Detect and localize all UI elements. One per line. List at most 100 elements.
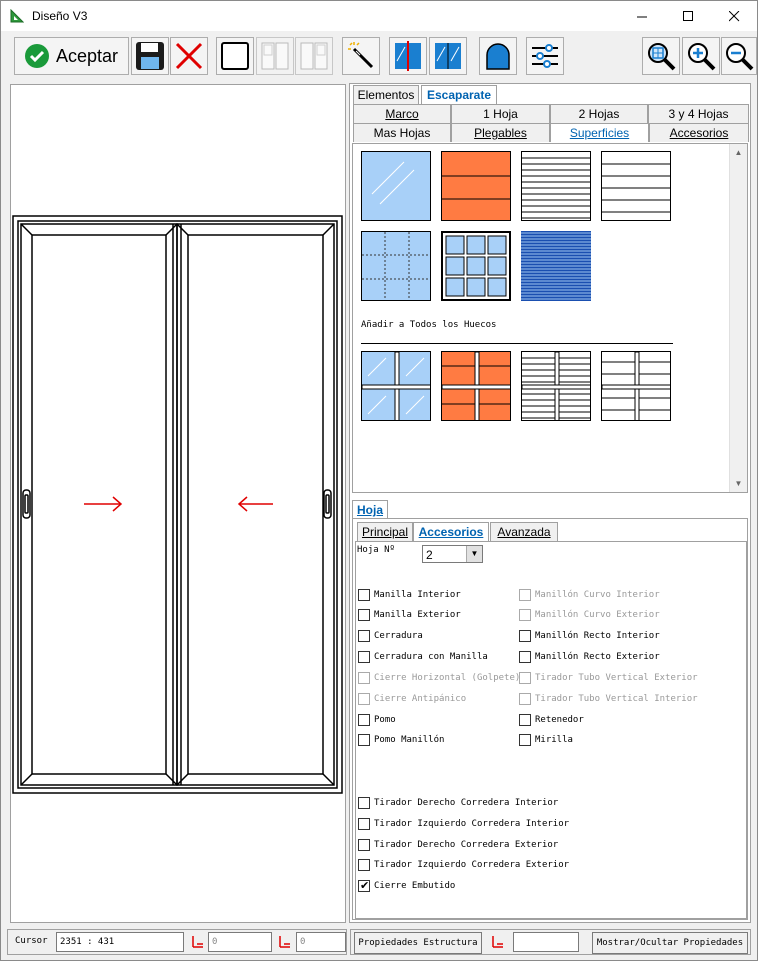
surface-panel-orange-tile[interactable] — [441, 151, 511, 221]
surface-slats-wide-all-tile[interactable] — [601, 351, 671, 421]
label-manilla-exterior: Manilla Exterior — [374, 610, 461, 620]
label-cierre-horizontal: Cierre Horizontal (Golpete) — [374, 673, 521, 683]
tab-principal[interactable]: Principal — [357, 522, 413, 541]
checkbox-manilla-exterior[interactable] — [358, 609, 370, 621]
window: Diseño V3 Aceptar Elementos Escaparate M… — [0, 0, 758, 961]
tab-1-hoja[interactable]: 1 Hoja — [451, 104, 550, 123]
checkbox-manillon-recto-interior[interactable] — [519, 630, 531, 642]
checkmark-icon — [25, 44, 49, 68]
tab-superficies[interactable]: Superficies — [550, 123, 649, 142]
label-pomo-manillon: Pomo Manillón — [374, 735, 445, 745]
checkbox-pomo[interactable] — [358, 714, 370, 726]
close-icon — [728, 10, 739, 21]
checkbox-retenedor[interactable] — [519, 714, 531, 726]
tab-escaparate[interactable]: Escaparate — [421, 85, 497, 104]
surface-glass-all-tile[interactable] — [361, 351, 431, 421]
tab-avanzada[interactable]: Avanzada — [490, 522, 558, 541]
label-cierre-embutido: Cierre Embutido — [374, 881, 456, 891]
app-icon — [10, 9, 24, 23]
close-window-button[interactable] — [711, 1, 757, 31]
maximize-button[interactable] — [665, 1, 711, 31]
dimension-icon — [192, 936, 203, 948]
tab-hoja-accesorios[interactable]: Accesorios — [413, 522, 489, 541]
surfaces-scrollbar[interactable]: ▲ ▼ — [729, 144, 747, 492]
chevron-down-icon[interactable]: ▼ — [466, 546, 482, 562]
checkbox-mirilla[interactable] — [519, 734, 531, 746]
surface-glass-grid-tile[interactable] — [361, 231, 431, 301]
zoom-out-button[interactable] — [721, 37, 757, 75]
dimension-field-1[interactable]: 0 — [208, 932, 272, 952]
checkbox-pomo-manillon[interactable] — [358, 734, 370, 746]
design-canvas[interactable] — [10, 84, 346, 923]
settings-sliders-button[interactable] — [526, 37, 564, 75]
maximize-icon — [682, 10, 693, 21]
slide-arrows — [84, 496, 273, 512]
label-tirador-izquierdo-exterior: Tirador Izquierdo Corredera Exterior — [374, 860, 570, 870]
surface-panel-all-tile[interactable] — [441, 351, 511, 421]
hoja-number-label: Hoja Nº — [357, 545, 395, 555]
dimension-field-3[interactable] — [513, 932, 579, 952]
tab-mas-hojas[interactable]: Mas Hojas — [353, 123, 451, 142]
cancel-button[interactable] — [170, 37, 208, 75]
checkbox-tirador-izquierdo-interior[interactable] — [358, 818, 370, 830]
tab-accesorios[interactable]: Accesorios — [649, 123, 749, 142]
checkbox-cerradura-manilla[interactable] — [358, 651, 370, 663]
surface-glass-tile[interactable] — [361, 151, 431, 221]
tab-2-hojas[interactable]: 2 Hojas — [550, 104, 648, 123]
two-panel-alt-button[interactable] — [295, 37, 333, 75]
surface-glass-muntins-tile[interactable] — [441, 231, 511, 301]
checkbox-tirador-derecho-interior[interactable] — [358, 797, 370, 809]
zoom-in-button[interactable] — [682, 37, 720, 75]
label-manillon-recto-interior: Manillón Recto Interior — [535, 631, 660, 641]
zoom-out-icon — [726, 43, 754, 71]
label-tirador-izquierdo-interior: Tirador Izquierdo Corredera Interior — [374, 819, 570, 829]
checkbox-manillon-recto-exterior[interactable] — [519, 651, 531, 663]
checkbox-tirador-izquierdo-exterior[interactable] — [358, 859, 370, 871]
single-panel-button[interactable] — [216, 37, 254, 75]
accept-button[interactable]: Aceptar — [14, 37, 129, 75]
arch-button[interactable] — [479, 37, 517, 75]
two-panel-button[interactable] — [256, 37, 294, 75]
hoja-number-select[interactable]: 2 ▼ — [422, 545, 483, 563]
glass-panel-button[interactable] — [429, 37, 467, 75]
zoom-fit-button[interactable] — [642, 37, 680, 75]
scroll-down-icon[interactable]: ▼ — [730, 475, 747, 492]
checkbox-tirador-derecho-exterior[interactable] — [358, 839, 370, 851]
structure-properties-button[interactable]: Propiedades Estructura — [354, 932, 482, 954]
dimension-field-2[interactable]: 0 — [296, 932, 346, 952]
title-bar: Diseño V3 — [1, 1, 757, 31]
label-tirador-tubo-interior: Tirador Tubo Vertical Interior — [535, 694, 698, 704]
two-panel-alt-icon — [300, 42, 328, 70]
scroll-up-icon[interactable]: ▲ — [730, 144, 747, 161]
magic-wand-button[interactable] — [342, 37, 380, 75]
sliding-window-button[interactable] — [389, 37, 427, 75]
checkbox-tirador-tubo-interior — [519, 693, 531, 705]
magic-wand-icon — [348, 42, 374, 69]
checkbox-cerradura[interactable] — [358, 630, 370, 642]
divider — [361, 343, 673, 344]
tab-marco[interactable]: Marco — [353, 104, 451, 123]
label-cierre-antipanico: Cierre Antipánico — [374, 694, 467, 704]
label-cerradura: Cerradura — [374, 631, 423, 641]
zoom-in-icon — [688, 43, 716, 71]
surface-blind-tile[interactable] — [521, 231, 591, 301]
toggle-properties-button[interactable]: Mostrar/Ocultar Propiedades — [592, 932, 748, 954]
label-retenedor: Retenedor — [535, 715, 584, 725]
surface-slats-narrow-tile[interactable] — [521, 151, 591, 221]
dimension-icon-2 — [279, 936, 290, 948]
arch-icon — [486, 43, 510, 70]
tab-hoja[interactable]: Hoja — [352, 500, 388, 519]
surface-slats-wide-tile[interactable] — [601, 151, 671, 221]
checkbox-manillon-curvo-exterior — [519, 609, 531, 621]
tab-3-4-hojas[interactable]: 3 y 4 Hojas — [648, 104, 749, 123]
checkbox-manilla-interior[interactable] — [358, 589, 370, 601]
save-button[interactable] — [131, 37, 169, 75]
checkbox-cierre-embutido[interactable] — [358, 879, 370, 892]
minimize-button[interactable] — [619, 1, 665, 31]
surface-slats-narrow-all-tile[interactable] — [521, 351, 591, 421]
tab-elementos[interactable]: Elementos — [353, 85, 419, 104]
tab-plegables[interactable]: Plegables — [451, 123, 550, 142]
label-pomo: Pomo — [374, 715, 396, 725]
label-tirador-tubo-exterior: Tirador Tubo Vertical Exterior — [535, 673, 698, 683]
cursor-label: Cursor — [15, 936, 48, 946]
